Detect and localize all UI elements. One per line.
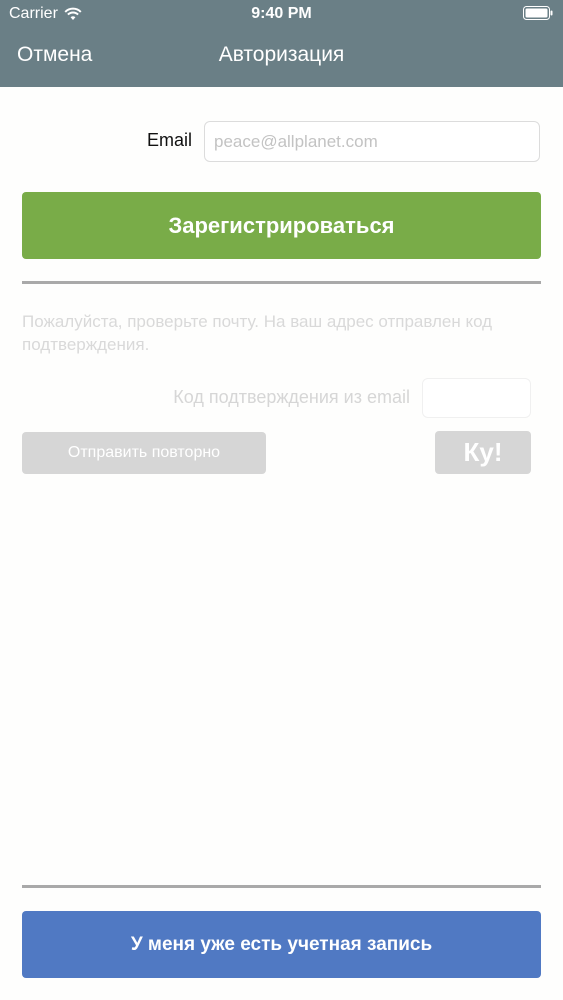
have-account-button[interactable]: У меня уже есть учетная запись (22, 911, 541, 978)
ku-submit-button[interactable]: Ку! (435, 431, 531, 474)
email-label: Email (146, 130, 192, 150)
battery-icon (523, 6, 553, 20)
divider-top (22, 281, 541, 284)
resend-button[interactable]: Отправить повторно (22, 432, 266, 474)
confirmation-code-input[interactable] (422, 378, 531, 418)
confirmation-info-text: Пожалуйста, проверьте почту. На ваш адре… (22, 312, 493, 354)
divider-bottom (22, 885, 541, 888)
page-title: Авторизация (218, 43, 345, 66)
register-button[interactable]: Зарегистрироваться (22, 192, 541, 259)
top-bar: Carrier 9:40 PM Отмена Авторизация (0, 0, 563, 87)
email-input[interactable] (204, 121, 540, 162)
confirmation-code-label: Код подтверждения из email (173, 387, 410, 407)
status-time: 9:40 PM (251, 5, 312, 22)
navigation-bar: Отмена Авторизация (0, 30, 563, 87)
status-bar: Carrier 9:40 PM (0, 0, 563, 30)
